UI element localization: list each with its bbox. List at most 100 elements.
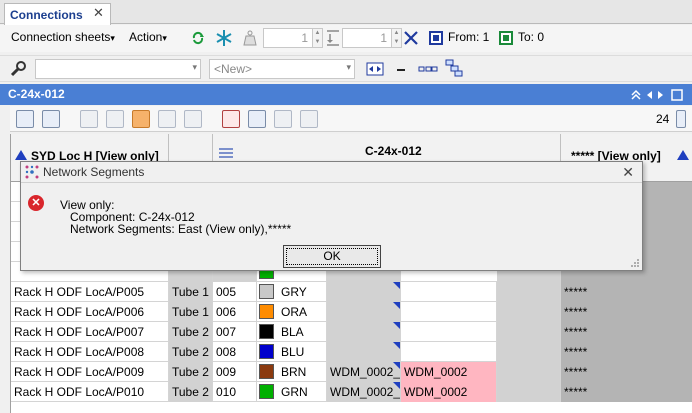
menu-icon[interactable] bbox=[219, 148, 233, 158]
grid-view-icon[interactable] bbox=[676, 110, 686, 128]
refresh-icon[interactable] bbox=[190, 30, 206, 46]
resize-grip-icon[interactable] bbox=[630, 258, 640, 268]
fit-width-icon[interactable] bbox=[366, 61, 384, 77]
row-port[interactable]: Rack H ODF LocA/P009 bbox=[11, 362, 169, 382]
move-right-icon[interactable] bbox=[106, 110, 124, 128]
chevron-down-icon: ▾ bbox=[346, 62, 351, 72]
print-icon[interactable] bbox=[42, 110, 60, 128]
color-swatch bbox=[259, 284, 274, 299]
chain-icon[interactable] bbox=[418, 61, 438, 77]
app-dots-icon bbox=[25, 165, 39, 179]
color-swatch bbox=[259, 304, 274, 319]
dialog-message-line3: Network Segments: East (View only),***** bbox=[70, 222, 292, 236]
move-left-icon[interactable] bbox=[80, 110, 98, 128]
row-color: GRY bbox=[257, 282, 327, 302]
row-wdm-port[interactable] bbox=[327, 342, 401, 362]
export-icon[interactable] bbox=[16, 110, 34, 128]
row-wdm-port[interactable]: WDM_0002_1 bbox=[327, 362, 401, 382]
row-color-name: BLU bbox=[281, 345, 305, 359]
spin-arrows-1[interactable]: ▲ ▼ bbox=[313, 28, 323, 48]
row-wdm-port[interactable]: WDM_0002_2 bbox=[327, 382, 401, 402]
row-remote: ***** bbox=[561, 362, 692, 382]
row-blank bbox=[497, 362, 561, 382]
join-icon[interactable] bbox=[158, 110, 176, 128]
wrench-icon[interactable] bbox=[9, 60, 27, 78]
network-icon[interactable] bbox=[445, 59, 463, 77]
row-color-name: BLA bbox=[281, 325, 304, 339]
corner-marker-icon bbox=[393, 382, 400, 389]
row-wdm[interactable]: WDM_0002 bbox=[401, 382, 497, 402]
spin-input-2[interactable]: 1 bbox=[342, 28, 392, 48]
panel-toolbar: 24 bbox=[10, 106, 692, 132]
panel-title: C-24x-012 bbox=[8, 87, 65, 101]
split-icon[interactable] bbox=[132, 110, 150, 128]
row-wdm[interactable]: WDM_0002 bbox=[401, 362, 497, 382]
from-label[interactable]: From: 1 bbox=[448, 30, 489, 44]
row-port[interactable]: Rack H ODF LocA/P007 bbox=[11, 322, 169, 342]
dialog-titlebar[interactable]: Network Segments ✕ bbox=[21, 162, 642, 183]
row-wdm-port[interactable] bbox=[327, 322, 401, 342]
expand-horizontal-icon[interactable] bbox=[646, 89, 664, 101]
remove-icon[interactable] bbox=[300, 110, 318, 128]
insert-icon[interactable] bbox=[222, 110, 240, 128]
corner-marker-icon bbox=[393, 302, 400, 309]
minus-icon[interactable] bbox=[396, 61, 406, 77]
table-row[interactable]: Rack H ODF LocA/P005 Tube 1 005 GRY ***** bbox=[11, 282, 692, 302]
tab-strip: Connections ✕ bbox=[0, 0, 692, 25]
spin-input-1[interactable]: 1 bbox=[263, 28, 313, 48]
table-row[interactable]: Rack H ODF LocA/P009 Tube 2 009 BRN WDM_0002… bbox=[11, 362, 692, 382]
search-toolbar: ▾ <New> ▾ bbox=[0, 55, 692, 82]
table-row[interactable]: Rack H ODF LocA/P010 Tube 2 010 GRN WDM_0002… bbox=[11, 382, 692, 402]
row-port[interactable]: Rack H ODF LocA/P005 bbox=[11, 282, 169, 302]
panel-header: C-24x-012 bbox=[0, 84, 692, 105]
new-combo[interactable]: <New> ▾ bbox=[209, 59, 355, 79]
color-swatch bbox=[259, 384, 274, 399]
chevron-down-icon: ▾ bbox=[192, 62, 197, 72]
row-tube: Tube 2 bbox=[169, 382, 213, 402]
row-wdm[interactable] bbox=[401, 282, 497, 302]
row-wdm[interactable] bbox=[401, 302, 497, 322]
row-port[interactable]: Rack H ODF LocA/P010 bbox=[11, 382, 169, 402]
row-blank bbox=[497, 342, 561, 362]
color-swatch bbox=[259, 324, 274, 339]
row-remote: ***** bbox=[561, 342, 692, 362]
down-icon[interactable] bbox=[274, 110, 292, 128]
link-icon[interactable] bbox=[248, 110, 266, 128]
ok-button[interactable]: OK bbox=[283, 245, 381, 268]
collapse-up-icon[interactable] bbox=[630, 89, 642, 101]
component-combo[interactable]: ▾ bbox=[35, 59, 201, 79]
row-color: BLU bbox=[257, 342, 327, 362]
connection-sheets-menu[interactable]: Connection sheets▾ bbox=[11, 30, 115, 44]
from-icon[interactable] bbox=[428, 30, 444, 46]
table-row[interactable]: Rack H ODF LocA/P007 Tube 2 007 BLA ***** bbox=[11, 322, 692, 342]
row-color-name: BRN bbox=[281, 365, 307, 379]
sort-icon[interactable] bbox=[325, 29, 341, 47]
row-wdm[interactable] bbox=[401, 342, 497, 362]
arrow-up-icon bbox=[677, 150, 689, 160]
dialog-close-icon[interactable]: ✕ bbox=[622, 164, 634, 181]
row-color: ORA bbox=[257, 302, 327, 322]
row-fiber-number: 007 bbox=[213, 322, 257, 342]
table-row[interactable]: Rack H ODF LocA/P008 Tube 2 008 BLU ***** bbox=[11, 342, 692, 362]
row-fiber-number: 010 bbox=[213, 382, 257, 402]
pin-icon[interactable] bbox=[184, 110, 202, 128]
tab-close-icon[interactable]: ✕ bbox=[93, 5, 104, 21]
action-menu[interactable]: Action▾ bbox=[129, 30, 167, 44]
to-label[interactable]: To: 0 bbox=[518, 30, 544, 44]
row-tube: Tube 1 bbox=[169, 302, 213, 322]
restore-window-icon[interactable] bbox=[670, 88, 684, 102]
to-icon[interactable] bbox=[498, 30, 514, 46]
row-port[interactable]: Rack H ODF LocA/P006 bbox=[11, 302, 169, 322]
disconnect-icon[interactable] bbox=[403, 30, 419, 46]
row-fiber-number: 009 bbox=[213, 362, 257, 382]
freeze-icon[interactable] bbox=[215, 29, 233, 47]
row-wdm-port[interactable] bbox=[327, 282, 401, 302]
weight-icon[interactable] bbox=[241, 29, 259, 47]
corner-marker-icon bbox=[393, 282, 400, 289]
table-row[interactable]: Rack H ODF LocA/P006 Tube 1 006 ORA ***** bbox=[11, 302, 692, 322]
spin-arrows-2[interactable]: ▲ ▼ bbox=[392, 28, 402, 48]
arrow-up-icon bbox=[15, 150, 27, 160]
row-port[interactable]: Rack H ODF LocA/P008 bbox=[11, 342, 169, 362]
row-wdm-port[interactable] bbox=[327, 302, 401, 322]
row-wdm[interactable] bbox=[401, 322, 497, 342]
